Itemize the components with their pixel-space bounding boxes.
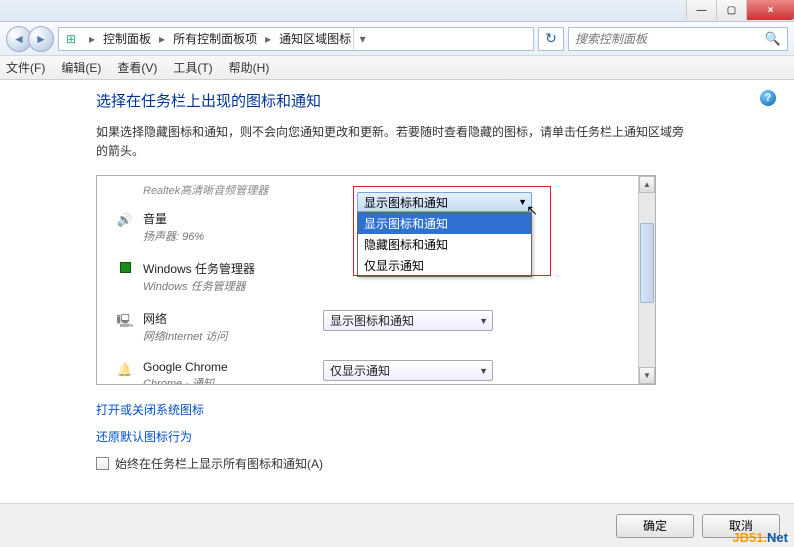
- menubar: 文件(F) 编辑(E) 查看(V) 工具(T) 帮助(H): [0, 56, 794, 80]
- list-inner: Realtek高清晰音频管理器 音量 扬声器: 96% Windows 任务管理…: [97, 176, 638, 384]
- ok-button[interactable]: 确定: [616, 514, 694, 538]
- combo-value: 显示图标和通知: [364, 194, 448, 211]
- combo-value: 仅显示通知: [330, 362, 390, 379]
- combo-value: 显示图标和通知: [330, 312, 414, 329]
- taskmgr-icon: [120, 262, 131, 273]
- button-bar: 确定 取消 JB51.Net: [0, 503, 794, 547]
- page-description: 如果选择隐藏图标和通知，则不会向您通知更改和更新。若要随时查看隐藏的图标，请单击…: [96, 123, 686, 161]
- menu-help[interactable]: 帮助(H): [229, 59, 270, 76]
- scrollbar[interactable]: ▲ ▼: [638, 176, 655, 384]
- always-show-checkbox[interactable]: [96, 457, 109, 470]
- links-section: 打开或关闭系统图标 还原默认图标行为 始终在任务栏上显示所有图标和通知(A): [96, 401, 766, 472]
- always-show-checkbox-row: 始终在任务栏上显示所有图标和通知(A): [96, 455, 766, 472]
- link-system-icons[interactable]: 打开或关闭系统图标: [96, 401, 766, 418]
- dropdown-option[interactable]: 显示图标和通知: [358, 213, 531, 234]
- bell-icon: [117, 362, 133, 378]
- scroll-up-button[interactable]: ▲: [639, 176, 655, 193]
- list-item: Google Chrome Chrome - 通知 仅显示通知 ▼: [107, 352, 628, 384]
- breadcrumb-dropdown[interactable]: ▾: [353, 28, 371, 50]
- close-button[interactable]: ×: [746, 0, 794, 20]
- menu-tools[interactable]: 工具(T): [173, 59, 212, 76]
- behavior-combo[interactable]: 仅显示通知 ▼: [323, 360, 493, 381]
- dropdown-list: 显示图标和通知 隐藏图标和通知 仅显示通知: [357, 212, 532, 277]
- chevron-right-icon: ▸: [259, 32, 277, 46]
- item-subtitle: Chrome - 通知: [143, 375, 323, 384]
- behavior-combo[interactable]: 显示图标和通知 ▼: [323, 310, 493, 331]
- item-title: 网络: [143, 310, 323, 327]
- search-input[interactable]: [575, 32, 765, 46]
- item-subtitle: 网络Internet 访问: [143, 328, 323, 344]
- behavior-combo-open[interactable]: 显示图标和通知 ▼: [357, 192, 532, 212]
- page-title: 选择在任务栏上出现的图标和通知: [96, 90, 766, 111]
- refresh-button[interactable]: ↻: [538, 27, 564, 51]
- item-title: Windows 任务管理器: [143, 260, 323, 277]
- menu-file[interactable]: 文件(F): [6, 59, 45, 76]
- checkbox-label: 始终在任务栏上显示所有图标和通知(A): [115, 455, 323, 472]
- watermark: JB51.Net: [732, 530, 788, 545]
- menu-view[interactable]: 查看(V): [117, 59, 157, 76]
- control-panel-icon: [63, 31, 79, 47]
- dropdown-option[interactable]: 隐藏图标和通知: [358, 234, 531, 255]
- chevron-right-icon: ▸: [83, 32, 101, 46]
- list-item: 网络 网络Internet 访问 显示图标和通知 ▼: [107, 302, 628, 352]
- forward-button[interactable]: ►: [28, 26, 54, 52]
- item-title: 音量: [143, 210, 323, 227]
- content-area: ? 选择在任务栏上出现的图标和通知 如果选择隐藏图标和通知，则不会向您通知更改和…: [0, 80, 794, 503]
- watermark-a: JB51.: [732, 530, 767, 545]
- help-icon[interactable]: ?: [760, 90, 776, 106]
- chevron-down-icon: ▼: [479, 316, 488, 326]
- window-controls: — ▢ ×: [686, 0, 794, 20]
- breadcrumb[interactable]: ▸ 控制面板 ▸ 所有控制面板项 ▸ 通知区域图标 ▾: [58, 27, 534, 51]
- breadcrumb-item[interactable]: 通知区域图标: [277, 30, 353, 47]
- item-subtitle: Windows 任务管理器: [143, 278, 323, 294]
- dropdown-open: 显示图标和通知 ▼ ↖ 显示图标和通知 隐藏图标和通知 仅显示通知: [357, 192, 532, 277]
- network-icon: [116, 312, 133, 334]
- minimize-button[interactable]: —: [686, 0, 716, 20]
- nav-buttons: ◄ ►: [6, 26, 54, 52]
- window-titlebar: — ▢ ×: [0, 0, 794, 22]
- menu-edit[interactable]: 编辑(E): [61, 59, 101, 76]
- breadcrumb-item[interactable]: 所有控制面板项: [171, 30, 259, 47]
- chevron-down-icon: ▼: [479, 366, 488, 376]
- dropdown-option[interactable]: 仅显示通知: [358, 255, 531, 276]
- breadcrumb-item[interactable]: 控制面板: [101, 30, 153, 47]
- chevron-down-icon: ▼: [518, 197, 527, 207]
- item-title: Google Chrome: [143, 360, 323, 374]
- scroll-thumb[interactable]: [640, 223, 654, 303]
- scroll-track[interactable]: [639, 193, 655, 367]
- item-subtitle: 扬声器: 96%: [143, 228, 323, 244]
- address-toolbar: ◄ ► ▸ 控制面板 ▸ 所有控制面板项 ▸ 通知区域图标 ▾ ↻ 🔍: [0, 22, 794, 56]
- link-restore-defaults[interactable]: 还原默认图标行为: [96, 428, 766, 445]
- chevron-right-icon: ▸: [153, 32, 171, 46]
- speaker-icon: [117, 212, 133, 228]
- maximize-button[interactable]: ▢: [716, 0, 746, 20]
- scroll-down-button[interactable]: ▼: [639, 367, 655, 384]
- notification-list: Realtek高清晰音频管理器 音量 扬声器: 96% Windows 任务管理…: [96, 175, 656, 385]
- search-box[interactable]: 🔍: [568, 27, 788, 51]
- search-icon[interactable]: 🔍: [765, 31, 781, 47]
- watermark-b: Net: [767, 530, 788, 545]
